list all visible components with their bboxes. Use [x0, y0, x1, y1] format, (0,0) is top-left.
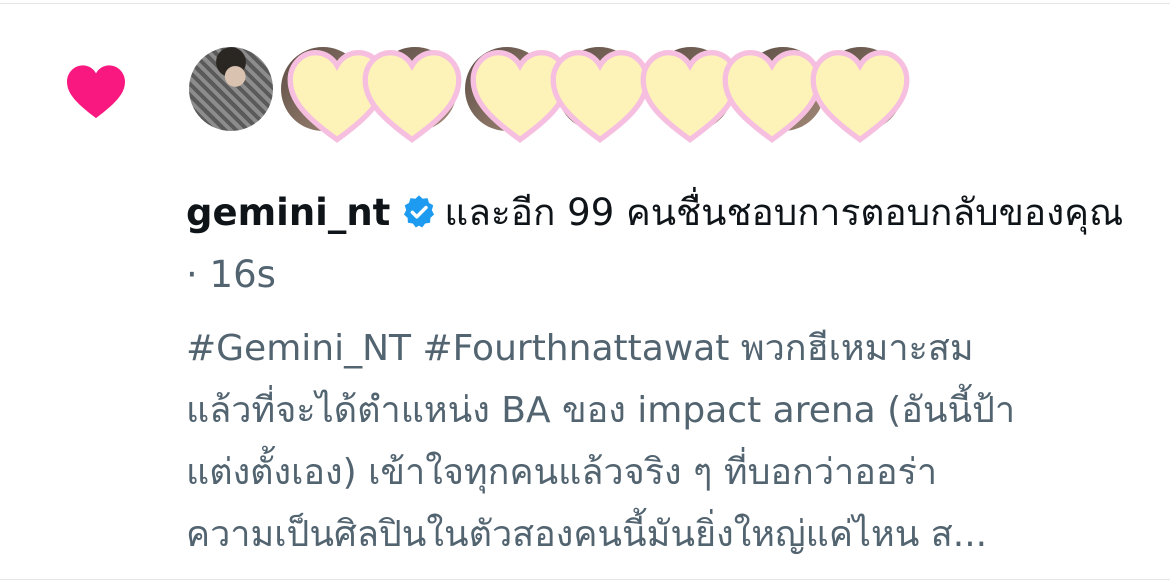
liker-name-link[interactable]: gemini_nt [186, 191, 390, 234]
summary-text: และอีก 99 คนชื่นชอบการตอบกลับของคุณ [444, 191, 1124, 234]
verified-badge-icon [404, 195, 435, 228]
liker-avatars [186, 44, 926, 144]
heart-sticker-icon [362, 50, 462, 143]
timestamp[interactable]: 16s [210, 253, 276, 296]
notification-summary: gemini_nt และอีก 99 คนชื่นชอบการตอบกลับขอ… [186, 182, 1126, 306]
heart-sticker-icon [810, 50, 910, 143]
separator-dot: · [186, 253, 198, 296]
liked-reply-text[interactable]: #Gemini_NT #Fourthnattawat พวกฮีเหมาะสม … [186, 318, 1136, 566]
avatar[interactable] [186, 44, 276, 134]
like-notification[interactable]: gemini_nt และอีก 99 คนชื่นชอบการตอบกลับขอ… [0, 0, 1170, 583]
heart-icon [67, 65, 125, 119]
bottom-divider [0, 579, 1170, 580]
